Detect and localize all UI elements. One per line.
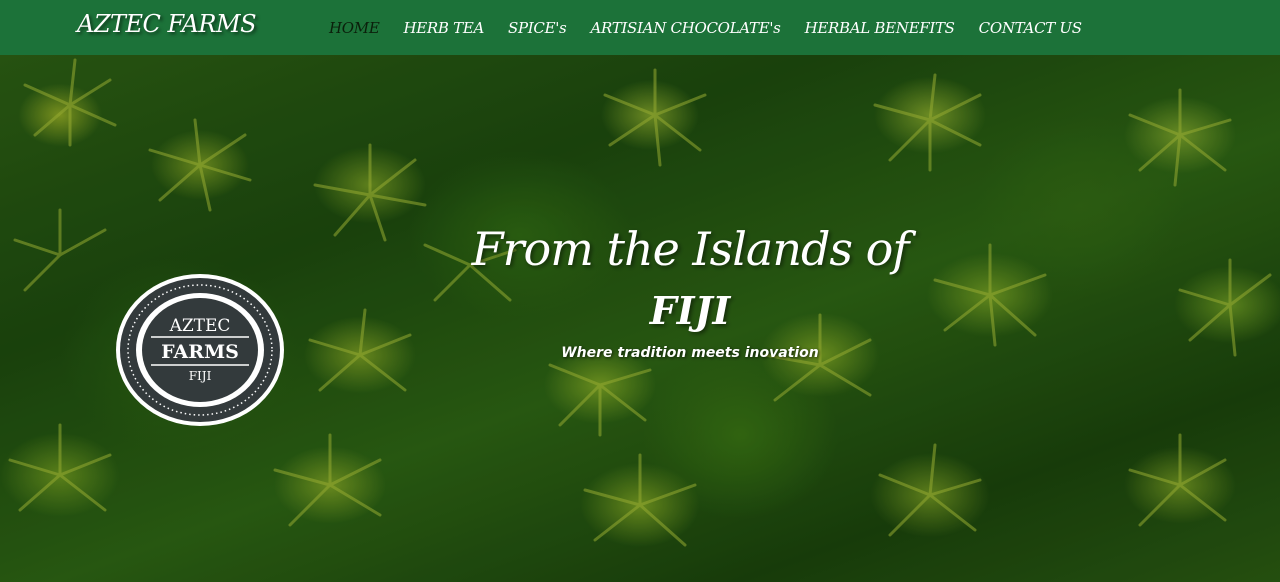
brand-logo-link[interactable]: AZTEC FARMS bbox=[77, 10, 257, 38]
navbar: AZTEC FARMS HOME HERB TEA SPICE's ARTISI… bbox=[0, 0, 1280, 55]
hero-text-block: From the Islands of FIJI Where tradition… bbox=[390, 218, 990, 362]
nav-link-spices[interactable]: SPICE's bbox=[508, 19, 567, 37]
nav-item-contact-us: CONTACT US bbox=[979, 18, 1082, 37]
logo-text-line1: AZTEC bbox=[169, 316, 231, 336]
nav-link-contact-us[interactable]: CONTACT US bbox=[979, 19, 1082, 37]
nav-item-spices: SPICE's bbox=[508, 18, 567, 37]
logo-text-line2: FARMS bbox=[161, 341, 239, 363]
main-nav: HOME HERB TEA SPICE's ARTISIAN CHOCOLATE… bbox=[317, 0, 1094, 55]
hero-title: From the Islands of bbox=[471, 222, 910, 276]
nav-link-herbal-benefits[interactable]: HERBAL BENEFITS bbox=[805, 19, 955, 37]
aztec-farms-seal-logo: AZTEC FARMS FIJI bbox=[116, 274, 284, 426]
hero-tagline: Where tradition meets inovation bbox=[561, 345, 819, 361]
hero-country: FIJI bbox=[649, 288, 731, 333]
nav-item-home: HOME bbox=[329, 18, 380, 37]
nav-item-herb-tea: HERB TEA bbox=[404, 18, 485, 37]
nav-link-artisan-chocolate[interactable]: ARTISIAN CHOCOLATE's bbox=[590, 19, 780, 37]
nav-link-herb-tea[interactable]: HERB TEA bbox=[404, 19, 485, 37]
nav-item-herbal-benefits: HERBAL BENEFITS bbox=[805, 18, 955, 37]
logo-text-line3: FIJI bbox=[189, 369, 212, 383]
nav-link-home[interactable]: HOME bbox=[329, 19, 380, 37]
nav-item-artisan-chocolate: ARTISIAN CHOCOLATE's bbox=[590, 18, 780, 37]
